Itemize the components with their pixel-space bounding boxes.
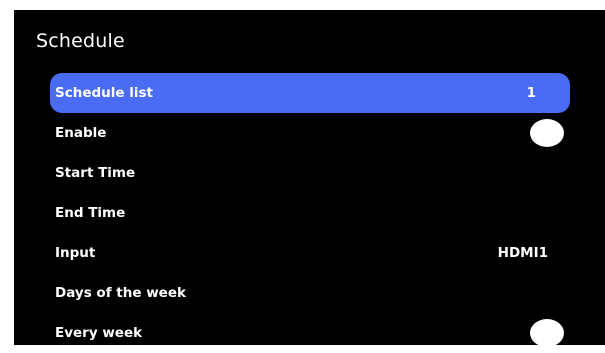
schedule-list-value: 1 (526, 85, 536, 101)
menu-item-label: Days of the week (55, 285, 186, 301)
menu-item-schedule-list[interactable]: Schedule list 1 (50, 73, 570, 113)
menu-item-label: Every week (55, 325, 143, 341)
menu-item-label: Input (55, 245, 96, 261)
schedule-menu: Schedule list 1 Enable Start Time End Ti… (50, 73, 570, 353)
input-value: HDMI1 (497, 245, 548, 261)
menu-item-input[interactable]: Input HDMI1 (50, 233, 570, 273)
menu-item-start-time[interactable]: Start Time (50, 153, 570, 193)
menu-item-end-time[interactable]: End Time (50, 193, 570, 233)
menu-item-label: Start Time (55, 165, 136, 181)
menu-item-label: Schedule list (55, 85, 153, 101)
menu-item-enable[interactable]: Enable (50, 113, 570, 153)
menu-item-label: End Time (55, 205, 126, 221)
menu-item-days-of-week[interactable]: Days of the week (50, 273, 570, 313)
schedule-screen: Schedule Schedule list 1 Enable Start Ti… (14, 10, 605, 347)
menu-item-every-week[interactable]: Every week (50, 313, 570, 353)
every-week-toggle[interactable] (530, 319, 564, 347)
menu-item-label: Enable (55, 125, 107, 141)
page-title: Schedule (36, 30, 125, 52)
enable-toggle[interactable] (530, 119, 564, 147)
